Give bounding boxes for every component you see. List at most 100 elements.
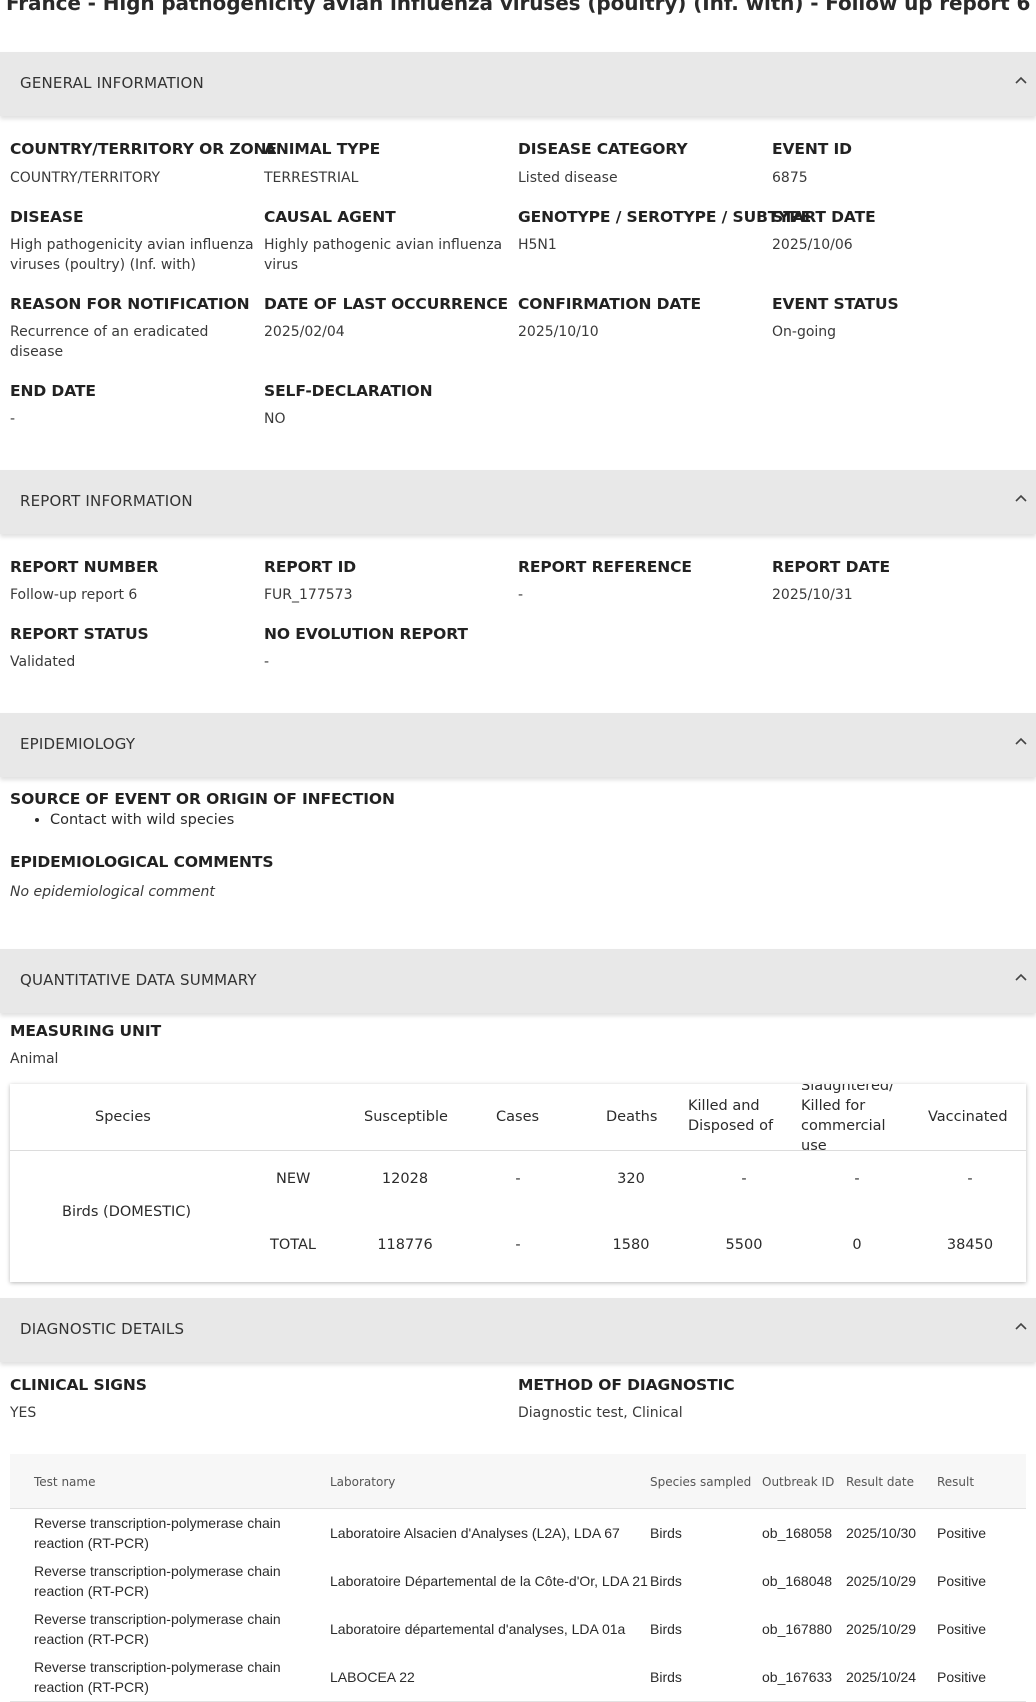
test-name-cell: Reverse transcription-polymerase chain r… xyxy=(34,1515,281,1551)
row-type: TOTAL xyxy=(270,1237,316,1253)
killed-cell: - xyxy=(741,1171,747,1187)
clinical-signs-label: CLINICAL SIGNS xyxy=(10,1376,147,1394)
column-header-cases: Cases xyxy=(496,1109,540,1125)
species-cell: Birds xyxy=(650,1573,682,1589)
result-date-cell: 2025/10/29 xyxy=(846,1621,917,1637)
section-header-quantitative-data-summary[interactable]: QUANTITATIVE DATA SUMMARY xyxy=(0,949,1036,1013)
genotype-value: H5N1 xyxy=(518,237,557,253)
species-cell: Birds xyxy=(650,1621,682,1637)
causal-agent-value: Highly pathogenic avian influenza virus xyxy=(264,237,503,273)
confirmation-date-value: 2025/10/10 xyxy=(518,324,599,340)
cases-cell: - xyxy=(515,1171,521,1187)
chevron-up-icon[interactable] xyxy=(1012,1318,1030,1336)
end-date-value: - xyxy=(10,411,16,427)
report-number-value: Follow-up report 6 xyxy=(10,587,138,603)
report-reference-label: REPORT REFERENCE xyxy=(518,558,692,576)
chevron-up-icon[interactable] xyxy=(1012,733,1030,751)
test-name-cell: Reverse transcription-polymerase chain r… xyxy=(34,1563,281,1599)
end-date-label: END DATE xyxy=(10,382,96,400)
killed-cell: 5500 xyxy=(725,1237,763,1253)
epidemiological-comments-value: No epidemiological comment xyxy=(10,884,215,900)
chevron-up-icon[interactable] xyxy=(1012,969,1030,987)
column-header-result-date: Result date xyxy=(846,1475,914,1489)
disease-category-label: DISEASE CATEGORY xyxy=(518,140,688,158)
section-title: EPIDEMIOLOGY xyxy=(20,735,136,753)
last-occurrence-label: DATE OF LAST OCCURRENCE xyxy=(264,295,508,313)
vaccinated-cell: 38450 xyxy=(946,1237,994,1253)
method-of-diagnostic-label: METHOD OF DIAGNOSTIC xyxy=(518,1376,735,1394)
chevron-up-icon[interactable] xyxy=(1012,490,1030,508)
source-list: Contact with wild species xyxy=(22,812,234,828)
test-name-cell: Reverse transcription-polymerase chain r… xyxy=(34,1659,281,1695)
quantitative-table: Species Susceptible Cases Deaths Killed … xyxy=(10,1084,1026,1282)
table-header-row: Test name Laboratory Species sampled Out… xyxy=(10,1454,1026,1509)
animal-type-label: ANIMAL TYPE xyxy=(264,140,381,158)
source-of-event-label: SOURCE OF EVENT OR ORIGIN OF INFECTION xyxy=(10,790,395,808)
section-header-report-information[interactable]: REPORT INFORMATION xyxy=(0,470,1036,534)
deaths-cell: 1580 xyxy=(612,1237,650,1253)
species-cell: Birds xyxy=(650,1525,682,1541)
no-evolution-label: NO EVOLUTION REPORT xyxy=(264,625,468,643)
report-status-label: REPORT STATUS xyxy=(10,625,149,643)
clinical-signs-value: YES xyxy=(10,1405,37,1421)
no-evolution-value: - xyxy=(264,654,270,670)
measuring-unit-value: Animal xyxy=(10,1051,59,1067)
section-header-epidemiology[interactable]: EPIDEMIOLOGY xyxy=(0,713,1036,777)
method-of-diagnostic-value: Diagnostic test, Clinical xyxy=(518,1405,683,1421)
result-date-cell: 2025/10/30 xyxy=(846,1525,917,1541)
country-label: COUNTRY/TERRITORY OR ZONE xyxy=(10,140,277,158)
section-title: REPORT INFORMATION xyxy=(20,492,193,510)
column-header-susceptible: Susceptible xyxy=(364,1109,448,1125)
report-date-value: 2025/10/31 xyxy=(772,587,853,603)
disease-value: High pathogenicity avian influenza virus… xyxy=(10,237,254,273)
reason-label: REASON FOR NOTIFICATION xyxy=(10,295,250,313)
chevron-up-icon[interactable] xyxy=(1012,72,1030,90)
report-id-value: FUR_177573 xyxy=(264,587,353,603)
section-header-general-information[interactable]: GENERAL INFORMATION xyxy=(0,52,1036,116)
section-header-diagnostic-details[interactable]: DIAGNOSTIC DETAILS xyxy=(0,1298,1036,1362)
start-date-value: 2025/10/06 xyxy=(772,237,853,253)
event-id-label: EVENT ID xyxy=(772,140,852,158)
susceptible-cell: 118776 xyxy=(377,1237,433,1253)
causal-agent-label: CAUSAL AGENT xyxy=(264,208,396,226)
column-header-killed-disposed: Killed and Disposed of xyxy=(688,1098,774,1134)
vaccinated-cell: - xyxy=(967,1171,973,1187)
report-reference-value: - xyxy=(518,587,524,603)
event-status-label: EVENT STATUS xyxy=(772,295,899,313)
animal-type-value: TERRESTRIAL xyxy=(264,170,359,186)
country-value: COUNTRY/TERRITORY xyxy=(10,170,161,186)
column-header-deaths: Deaths xyxy=(606,1109,658,1125)
row-type: NEW xyxy=(276,1171,311,1187)
event-status-value: On-going xyxy=(772,324,837,340)
result-cell: Positive xyxy=(937,1573,987,1589)
genotype-label: GENOTYPE / SEROTYPE / SUBTYPE xyxy=(518,208,812,226)
column-header-vaccinated: Vaccinated xyxy=(928,1109,1008,1125)
outbreak-id-cell: ob_167880 xyxy=(762,1621,833,1637)
table-header-row: Species Susceptible Cases Deaths Killed … xyxy=(10,1084,1026,1154)
report-id-label: REPORT ID xyxy=(264,558,357,576)
outbreak-id-cell: ob_168048 xyxy=(762,1573,833,1589)
self-declaration-value: NO xyxy=(264,411,286,427)
section-title: DIAGNOSTIC DETAILS xyxy=(20,1320,185,1338)
column-header-slaughtered: Slaughtered/ Killed for commercial use xyxy=(801,1084,894,1154)
column-header-outbreak-id: Outbreak ID xyxy=(762,1475,835,1489)
deaths-cell: 320 xyxy=(617,1171,645,1187)
table-row: Reverse transcription-polymerase chain r… xyxy=(10,1557,1026,1606)
report-date-label: REPORT DATE xyxy=(772,558,890,576)
laboratory-cell: Laboratoire Alsacien d'Analyses (L2A), L… xyxy=(330,1525,620,1541)
confirmation-date-label: CONFIRMATION DATE xyxy=(518,295,702,313)
section-title: QUANTITATIVE DATA SUMMARY xyxy=(20,971,257,989)
table-row: Reverse transcription-polymerase chain r… xyxy=(10,1509,1026,1558)
result-cell: Positive xyxy=(937,1669,987,1685)
section-title: GENERAL INFORMATION xyxy=(20,74,204,92)
test-name-cell: Reverse transcription-polymerase chain r… xyxy=(34,1611,281,1647)
reason-value: Recurrence of an eradicated disease xyxy=(10,324,209,360)
cases-cell: - xyxy=(515,1237,521,1253)
event-id-value: 6875 xyxy=(772,170,808,186)
self-declaration-label: SELF-DECLARATION xyxy=(264,382,433,400)
species-cell: Birds xyxy=(650,1669,682,1685)
column-header-species: Species xyxy=(95,1109,151,1125)
result-date-cell: 2025/10/29 xyxy=(846,1573,917,1589)
disease-category-value: Listed disease xyxy=(518,170,618,186)
laboratory-cell: Laboratoire départemental d'analyses, LD… xyxy=(330,1621,626,1637)
